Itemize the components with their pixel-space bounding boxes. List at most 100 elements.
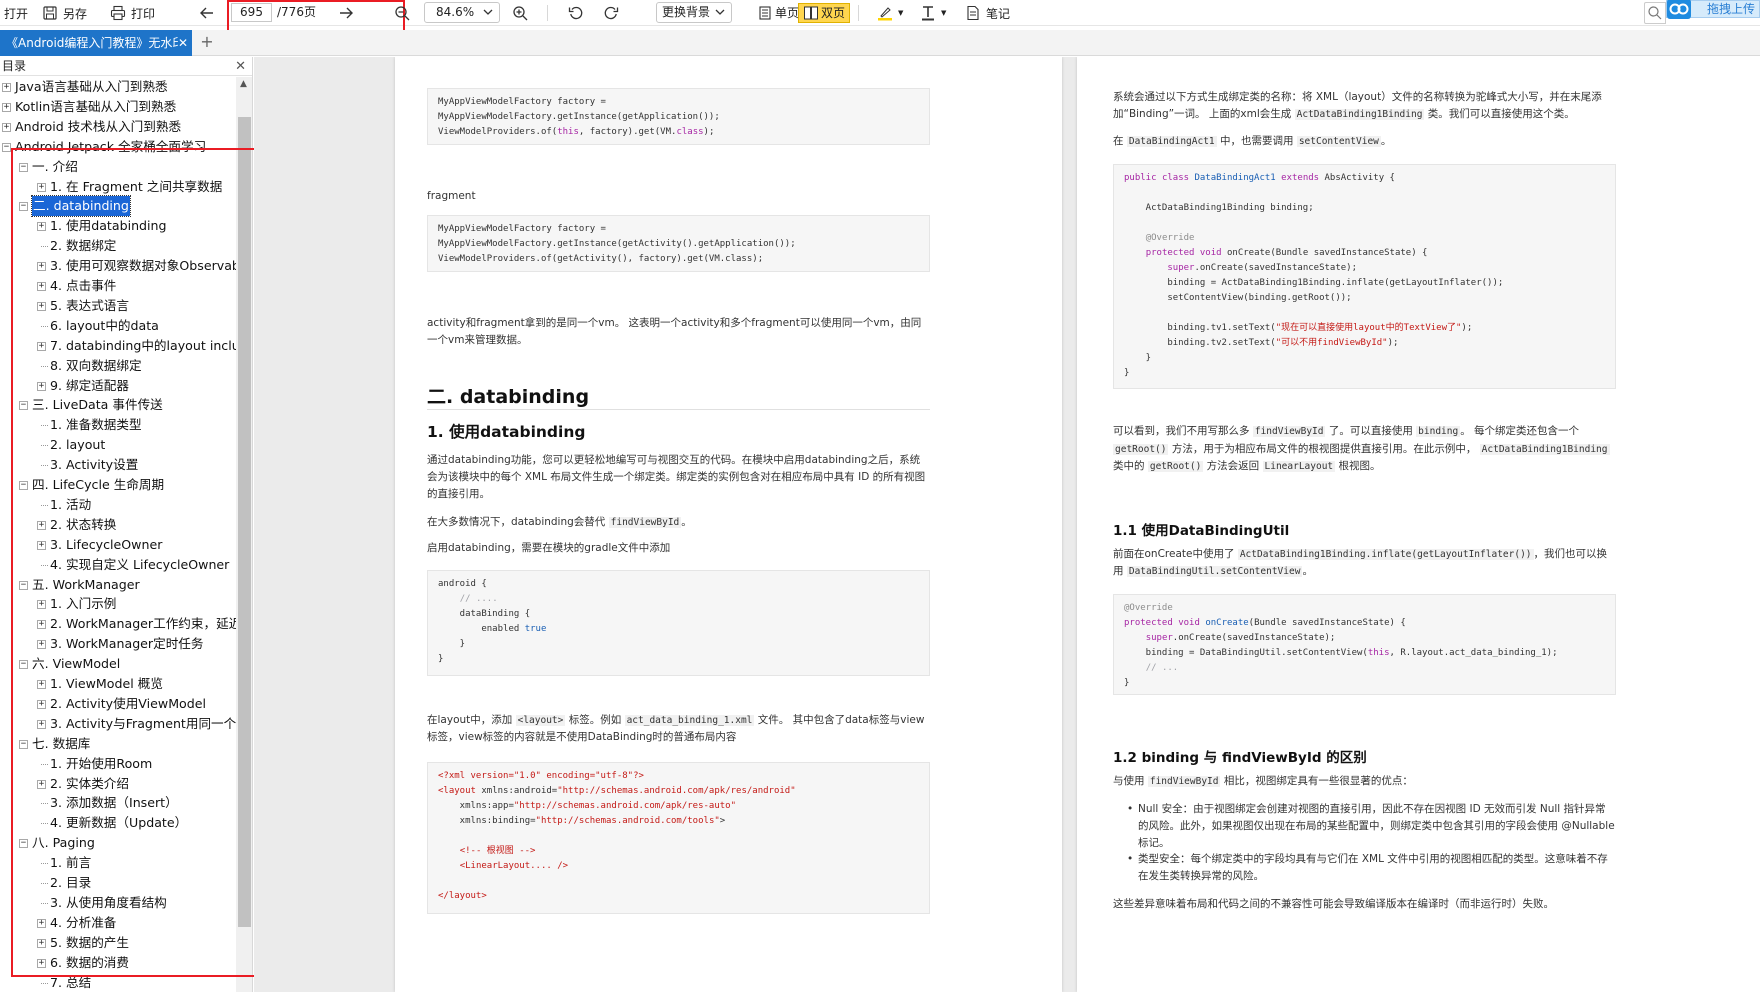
single-page-button[interactable]: 单页 [752,3,804,23]
expand-icon[interactable]: + [37,938,46,948]
toc-item[interactable]: − 四. LifeCycle 生命周期 [0,475,236,495]
toc-item[interactable]: +4. 点击事件 [0,276,236,296]
expand-icon[interactable]: + [37,540,46,550]
collapse-icon[interactable]: − [2,142,11,152]
expand-icon[interactable]: + [37,520,46,530]
expand-icon[interactable]: + [37,680,46,689]
toc-item[interactable]: +6. 数据的消费 [0,953,236,973]
expand-icon[interactable]: + [37,262,46,272]
toc-item[interactable]: +1. 在 Fragment 之间共享数据 [0,177,236,197]
toc-item[interactable]: 1. 开始使用Room [0,754,236,774]
zoom-out-button[interactable] [394,2,410,24]
toc-item[interactable]: − 八. Paging [0,833,236,853]
expand-icon[interactable]: + [37,381,46,391]
close-icon[interactable]: ✕ [235,57,246,76]
toc-item[interactable]: + Java语言基础从入门到熟悉 [0,77,236,97]
toc-item[interactable]: − 三. LiveData 事件传送 [0,395,236,415]
text-color-button[interactable]: ▼ [920,2,946,24]
upload-button[interactable]: 拖拽上传 [1666,0,1760,19]
toc-item[interactable]: +3. WorkManager定时任务 [0,634,236,654]
expand-icon[interactable]: + [2,102,11,112]
toc-item[interactable]: +5. 表达式语言 [0,296,236,316]
toc-item[interactable]: 1. 准备数据类型 [0,415,236,435]
toc-item[interactable]: 8. 双向数据绑定 [0,356,236,376]
toc-item[interactable]: +3. Activity与Fragment用同一个Vi [0,714,236,734]
document-viewer[interactable]: MyAppViewModelFactory factory = MyAppVie… [254,57,1760,992]
toc-item[interactable]: 7. 总结 [0,973,236,992]
toc-item[interactable]: 4. 实现自定义 LifecycleOwner [0,555,236,575]
collapse-icon[interactable]: − [19,162,28,172]
toc-item[interactable]: + Kotlin语言基础从入门到熟悉 [0,97,236,117]
collapse-icon[interactable]: − [19,401,28,411]
expand-icon[interactable]: + [37,779,46,789]
tab-document[interactable]: 《Android编程入门教程》无水印 [0,30,192,56]
toc-item[interactable]: +3. LifecycleOwner [0,535,236,555]
toc-item[interactable]: +2. Activity使用ViewModel [0,694,236,714]
highlight-button[interactable]: ▼ [877,2,903,24]
expand-icon[interactable]: + [37,341,46,351]
notes-button[interactable]: 笔记 [965,2,1010,24]
toc-item[interactable]: − 七. 数据库 [0,734,236,754]
toc-item[interactable]: +1. 使用databinding [0,216,236,236]
toc-item[interactable]: +2. 状态转换 [0,515,236,535]
expand-icon[interactable]: + [37,222,46,232]
rotate-left-button[interactable] [568,2,584,24]
open-button[interactable]: 打开 [4,2,28,24]
expand-icon[interactable]: + [37,282,46,291]
toc-item[interactable]: +9. 绑定适配器 [0,376,236,396]
new-tab-button[interactable]: + [198,30,216,56]
toc-scrollbar[interactable]: ▲ [236,77,252,992]
toc-item[interactable]: − 二. databinding [0,195,236,218]
toc-scrollbar-thumb[interactable] [238,117,251,927]
next-page-button[interactable] [338,2,354,24]
toc-item[interactable]: − 六. ViewModel [0,654,236,674]
toc-item[interactable]: +2. WorkManager工作约束，延迟 [0,614,236,634]
expand-icon[interactable]: + [37,620,46,630]
chevron-up-icon[interactable]: ▲ [240,79,247,89]
double-page-button[interactable]: 双页 [798,3,851,23]
collapse-icon[interactable]: − [19,660,28,670]
expand-icon[interactable]: + [37,719,46,729]
expand-icon[interactable]: + [2,122,11,132]
background-select[interactable]: 更换背景 [656,2,732,23]
expand-icon[interactable]: + [37,918,46,928]
zoom-select[interactable]: 84.6% [424,2,500,23]
collapse-icon[interactable]: − [19,580,28,590]
expand-icon[interactable]: + [37,182,46,192]
toc-item[interactable]: 3. Activity设置 [0,455,236,475]
expand-icon[interactable]: + [2,83,11,92]
toc-item[interactable]: +2. 实体类介绍 [0,774,236,794]
toc-item[interactable]: 2. 数据绑定 [0,236,236,256]
toc-item[interactable]: +7. databinding中的layout include [0,336,236,356]
toc-item[interactable]: 1. 前言 [0,853,236,873]
toc-item[interactable]: +3. 使用可观察数据对象Observable [0,256,236,276]
toc-item[interactable]: +1. ViewModel 概览 [0,674,236,694]
expand-icon[interactable]: + [37,958,46,968]
collapse-icon[interactable]: − [19,481,28,490]
toc-item[interactable]: 2. layout [0,435,236,455]
expand-icon[interactable]: + [37,301,46,311]
expand-icon[interactable]: + [37,699,46,709]
toc-item[interactable]: 3. 从使用角度看结构 [0,893,236,913]
prev-page-button[interactable] [199,2,215,24]
toc-item[interactable]: − 一. 介绍 [0,157,236,177]
tab-close-button[interactable]: ✕ [178,30,192,56]
toc-item[interactable]: 1. 活动 [0,495,236,515]
expand-icon[interactable]: + [37,640,46,650]
expand-icon[interactable]: + [37,600,46,610]
toc-item[interactable]: +5. 数据的产生 [0,933,236,953]
search-button[interactable] [1644,2,1666,24]
collapse-icon[interactable]: − [19,739,28,749]
toc-item[interactable]: + Android 技术栈从入门到熟悉 [0,117,236,137]
toc-item[interactable]: 4. 更新数据（Update） [0,813,236,833]
toc-item[interactable]: − 五. WorkManager [0,575,236,595]
save-as-button[interactable]: 另存 [42,2,87,24]
toc-item[interactable]: +1. 入门示例 [0,594,236,614]
collapse-icon[interactable]: − [19,202,28,212]
rotate-right-button[interactable] [603,2,619,24]
toc-item[interactable]: − Android Jetpack 全家桶全面学习 [0,137,236,157]
collapse-icon[interactable]: − [19,839,28,849]
toc-item[interactable]: 3. 添加数据（Insert） [0,793,236,813]
print-button[interactable]: 打印 [110,2,155,24]
toc-item[interactable]: +4. 分析准备 [0,913,236,933]
